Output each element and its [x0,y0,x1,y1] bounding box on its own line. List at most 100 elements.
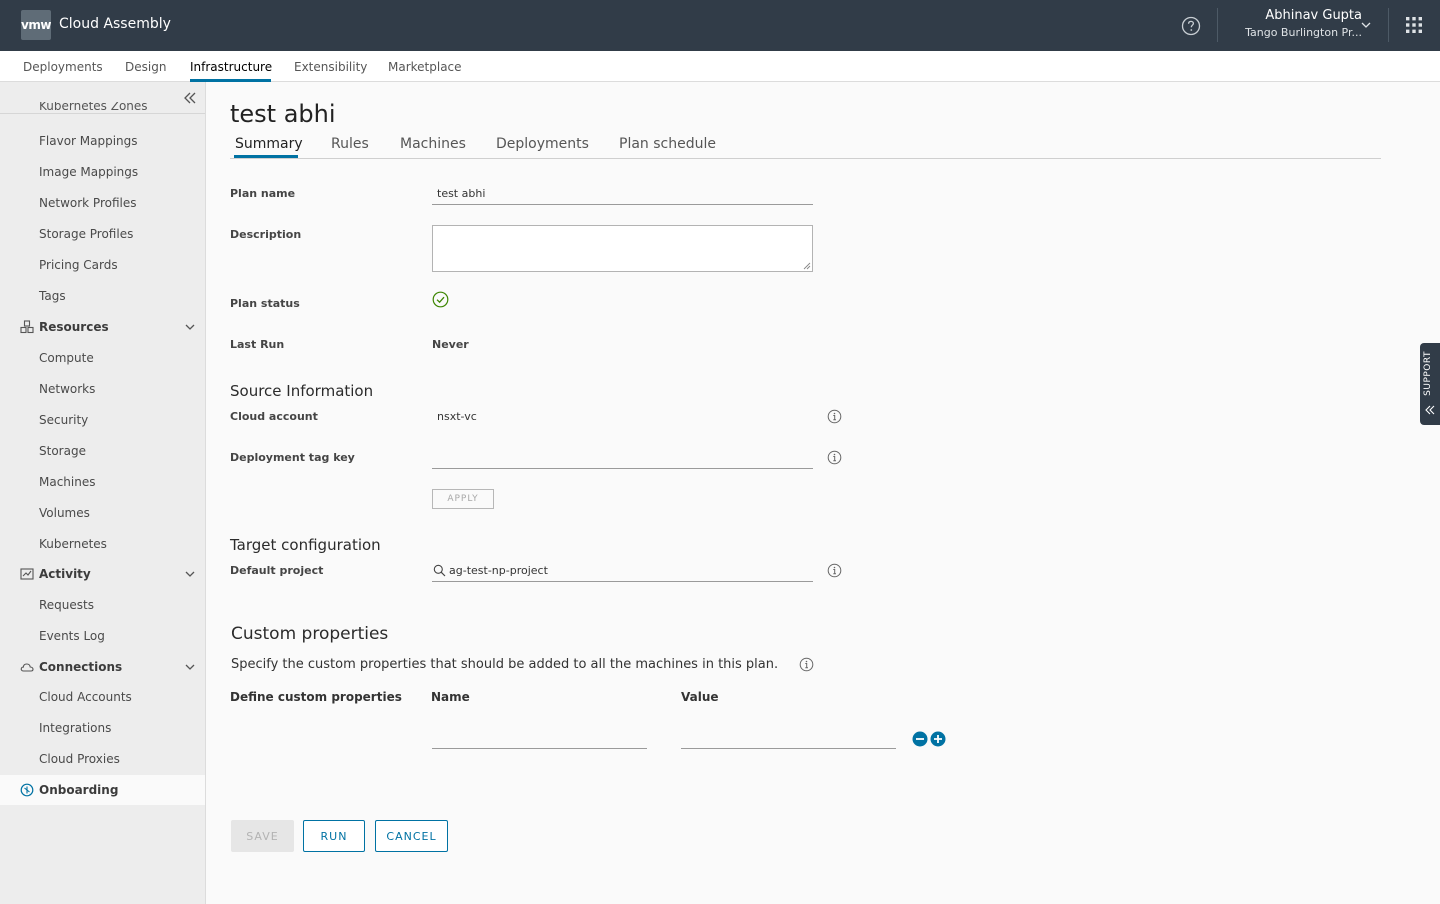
chevron-down-icon[interactable] [184,321,196,333]
custom-properties-heading: Custom properties [231,624,389,644]
run-button[interactable]: RUN [303,820,365,852]
default-project-input[interactable]: ag-test-np-project [449,564,548,577]
vmware-logo[interactable]: vmw [21,10,51,40]
chevron-down-icon[interactable] [1360,19,1372,31]
chevron-double-left-icon [1425,405,1435,415]
name-column-header: Name [431,690,470,704]
top-nav: Deployments Design Infrastructure Extens… [0,51,1440,82]
tab-plan-schedule[interactable]: Plan schedule [619,136,716,152]
check-circle-icon [432,291,449,308]
sidebar-item-network-profiles[interactable]: Network Profiles [39,196,136,210]
active-tab-indicator [234,155,298,158]
tab-summary[interactable]: Summary [235,136,303,152]
help-icon[interactable] [1181,16,1201,36]
apps-grid-icon[interactable] [1405,16,1423,34]
tab-rules[interactable]: Rules [331,136,369,152]
info-icon[interactable] [799,657,814,672]
property-value-input[interactable] [681,748,896,749]
sidebar-divider [0,113,205,114]
sidebar-item-kubernetes[interactable]: Kubernetes [39,537,107,551]
chevron-down-icon[interactable] [184,661,196,673]
sidebar-group-resources[interactable]: Resources [20,320,109,334]
last-run-label: Last Run [230,338,285,351]
support-label: SUPPORT [1423,351,1433,396]
tab-infrastructure[interactable]: Infrastructure [190,60,272,74]
info-icon[interactable] [827,450,842,465]
sidebar-item-image-mappings[interactable]: Image Mappings [39,165,138,179]
source-information-heading: Source Information [230,382,374,400]
user-name: Abhinav Gupta [1265,8,1362,23]
sidebar-item-security[interactable]: Security [39,413,88,427]
property-name-input[interactable] [432,748,647,749]
sidebar-group-activity[interactable]: Activity [20,567,91,581]
default-project-underline [432,581,813,582]
user-org: Tango Burlington Pr... [1245,26,1362,39]
header-divider [1388,8,1389,42]
app-title[interactable]: Cloud Assembly [59,16,171,32]
deployment-tag-key-label: Deployment tag key [230,451,355,464]
header-divider [1217,8,1218,42]
last-run-value: Never [432,338,469,351]
sidebar-item-storage[interactable]: Storage [39,444,86,458]
support-tab[interactable]: SUPPORT [1420,343,1440,425]
connections-icon [20,663,34,672]
default-project-label: Default project [230,564,324,577]
apply-button[interactable]: APPLY [432,489,494,509]
sidebar-item-events-log[interactable]: Events Log [39,629,105,643]
sidebar-item-cloud-proxies[interactable]: Cloud Proxies [39,752,120,766]
sidebar-item-flavor-mappings[interactable]: Flavor Mappings [39,134,138,148]
page-title: test abhi [230,100,336,128]
add-row-icon[interactable] [930,731,946,747]
plan-status-label: Plan status [230,297,300,310]
sidebar-item-requests[interactable]: Requests [39,598,94,612]
tab-extensibility[interactable]: Extensibility [294,60,367,74]
sidebar-item-integrations[interactable]: Integrations [39,721,111,735]
plan-name-input[interactable]: test abhi [437,187,485,200]
sidebar-group-label: Resources [39,320,109,334]
cloud-account-value: nsxt-vc [437,410,477,423]
info-icon[interactable] [827,563,842,578]
tabs-divider [230,158,1381,159]
value-column-header: Value [681,690,719,704]
info-icon[interactable] [827,409,842,424]
collapse-sidebar-icon[interactable] [183,91,197,105]
sidebar-item-volumes[interactable]: Volumes [39,506,90,520]
sidebar-item-compute[interactable]: Compute [39,351,94,365]
sidebar-item-onboarding[interactable]: Onboarding [20,783,118,797]
plan-name-label: Plan name [230,187,296,200]
custom-properties-description: Specify the custom properties that shoul… [231,657,779,672]
resources-icon [20,320,34,334]
tab-deployments[interactable]: Deployments [23,60,103,74]
sidebar-group-connections[interactable]: Connections [20,660,122,674]
activity-icon [20,568,34,580]
sidebar-item-networks[interactable]: Networks [39,382,95,396]
tab-machines[interactable]: Machines [400,136,466,152]
sidebar-item-storage-profiles[interactable]: Storage Profiles [39,227,133,241]
define-custom-properties-label: Define custom properties [230,690,402,704]
sidebar-group-label: Activity [39,567,91,581]
user-menu[interactable]: Abhinav Gupta Tango Burlington Pr... [1222,8,1362,39]
save-button[interactable]: SAVE [231,820,294,852]
tab-design[interactable]: Design [125,60,166,74]
plan-name-underline [432,204,813,205]
sidebar-item-tags[interactable]: Tags [39,289,66,303]
sidebar-item-pricing-cards[interactable]: Pricing Cards [39,258,118,272]
cloud-account-label: Cloud account [230,410,318,423]
sidebar-group-label: Connections [39,660,123,674]
sidebar-item-cloud-accounts[interactable]: Cloud Accounts [39,690,132,704]
chevron-down-icon[interactable] [184,568,196,580]
search-icon [433,564,446,577]
tab-marketplace[interactable]: Marketplace [388,60,462,74]
cancel-button[interactable]: CANCEL [375,820,448,852]
sidebar-item-machines[interactable]: Machines [39,475,95,489]
description-label: Description [230,228,302,241]
resize-grip-icon[interactable] [803,262,811,270]
app-header: vmw Cloud Assembly Abhinav Gupta Tango B… [0,0,1440,51]
description-textarea[interactable] [432,225,813,272]
sidebar: Kubernetes Zones Flavor Mappings Image M… [0,82,206,904]
deployment-tag-key-input[interactable] [432,468,813,469]
onboarding-icon [20,783,34,797]
tab-deployments[interactable]: Deployments [496,136,589,152]
sidebar-item-kubernetes-zones[interactable]: Kubernetes Zones [39,102,148,111]
remove-row-icon[interactable] [912,731,928,747]
